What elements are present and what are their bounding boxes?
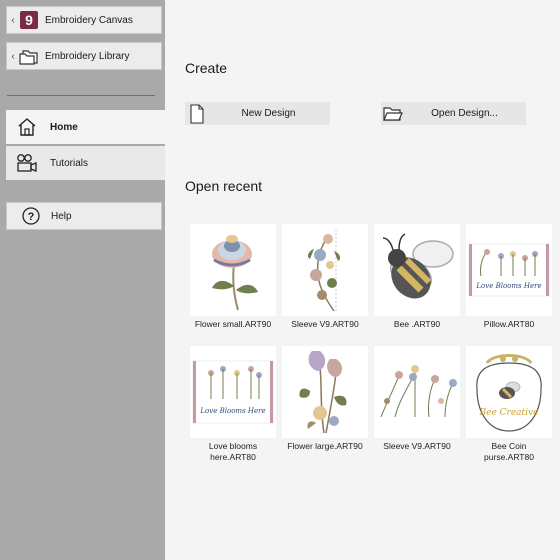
help-button[interactable]: ? Help: [6, 202, 162, 230]
new-design-label: New Design: [241, 108, 296, 119]
recent-file-name: Bee Coin purse.ART80: [484, 441, 534, 462]
recent-file-tile[interactable]: Bee .ART90: [374, 224, 460, 330]
chevron-left-icon: ‹: [11, 50, 15, 62]
library-folder-icon: [19, 46, 39, 66]
recent-file-name: Sleeve V9.ART90: [383, 441, 451, 451]
recent-file-tile[interactable]: Love Blooms Here Pillow.ART80: [466, 224, 552, 330]
embroidery-canvas-button[interactable]: ‹ 9 Embroidery Canvas: [6, 6, 162, 34]
sidebar-item-tutorials[interactable]: Tutorials: [6, 146, 165, 180]
embroidery-library-label: Embroidery Library: [45, 50, 130, 62]
embroidery-canvas-label: Embroidery Canvas: [45, 14, 133, 26]
tutorials-icon: [16, 152, 38, 174]
open-recent-heading: Open recent: [185, 178, 263, 194]
recent-file-tile[interactable]: Sleeve V9.ART90: [282, 224, 368, 330]
love-blooms-embroidery-text: Love Blooms Here: [199, 407, 265, 415]
svg-text:?: ?: [28, 211, 35, 223]
open-design-label: Open Design...: [431, 108, 498, 119]
home-icon: [16, 116, 38, 138]
sidebar-item-home[interactable]: Home: [6, 110, 165, 144]
recent-file-tile[interactable]: Flower small.ART90: [190, 224, 276, 330]
love-blooms-thumbnail-icon: Love Blooms Here: [190, 346, 276, 438]
bee-coin-purse-thumbnail-icon: Bee Creative: [466, 346, 552, 438]
recent-file-name: Sleeve V9.ART90: [291, 319, 359, 329]
chevron-left-icon: ‹: [11, 14, 15, 26]
canvas-badge-text: 9: [25, 12, 33, 28]
recent-file-tile[interactable]: Sleeve V9.ART90: [374, 346, 460, 452]
sleeve-thumbnail-icon: [282, 224, 368, 316]
flower-large-thumbnail-icon: [282, 346, 368, 438]
sleeve-thumbnail-icon: [374, 346, 460, 438]
embroidery-library-button[interactable]: ‹ Embroidery Library: [6, 42, 162, 70]
recent-file-tile[interactable]: Bee Creative Bee Coin purse.ART80: [466, 346, 552, 463]
recent-file-name: Flower large.ART90: [287, 441, 363, 451]
bee-thumbnail-icon: [374, 224, 460, 316]
recent-file-name: Love blooms here.ART80: [208, 441, 258, 462]
home-main-panel: Create New Design Open Design... Open re…: [165, 0, 560, 560]
purse-embroidery-text: Bee Creative: [479, 408, 539, 418]
help-label: Help: [51, 210, 72, 222]
sidebar-divider: [7, 95, 155, 96]
new-document-icon: [187, 103, 207, 124]
recent-file-tile[interactable]: Love Blooms Here Love blooms here.ART80: [190, 346, 276, 463]
recent-file-tile[interactable]: Flower large.ART90: [282, 346, 368, 452]
flower-small-thumbnail-icon: [190, 224, 276, 316]
pillow-thumbnail-icon: Love Blooms Here: [466, 224, 552, 316]
embroidery-canvas-icon: 9: [19, 10, 39, 30]
recent-file-name: Bee .ART90: [393, 319, 441, 329]
recent-file-name: Flower small.ART90: [194, 319, 272, 329]
create-heading: Create: [185, 60, 228, 76]
sidebar-item-home-label: Home: [50, 121, 78, 133]
new-design-button[interactable]: New Design: [185, 102, 330, 125]
sidebar-item-tutorials-label: Tutorials: [50, 157, 88, 169]
sidebar: ‹ 9 Embroidery Canvas ‹ Embroidery Libra…: [0, 0, 165, 560]
open-design-button[interactable]: Open Design...: [381, 102, 526, 125]
recent-file-name: Pillow.ART80: [483, 319, 535, 329]
open-folder-icon: [383, 104, 403, 124]
pillow-embroidery-text: Love Blooms Here: [475, 282, 541, 290]
help-icon: ?: [21, 206, 41, 226]
